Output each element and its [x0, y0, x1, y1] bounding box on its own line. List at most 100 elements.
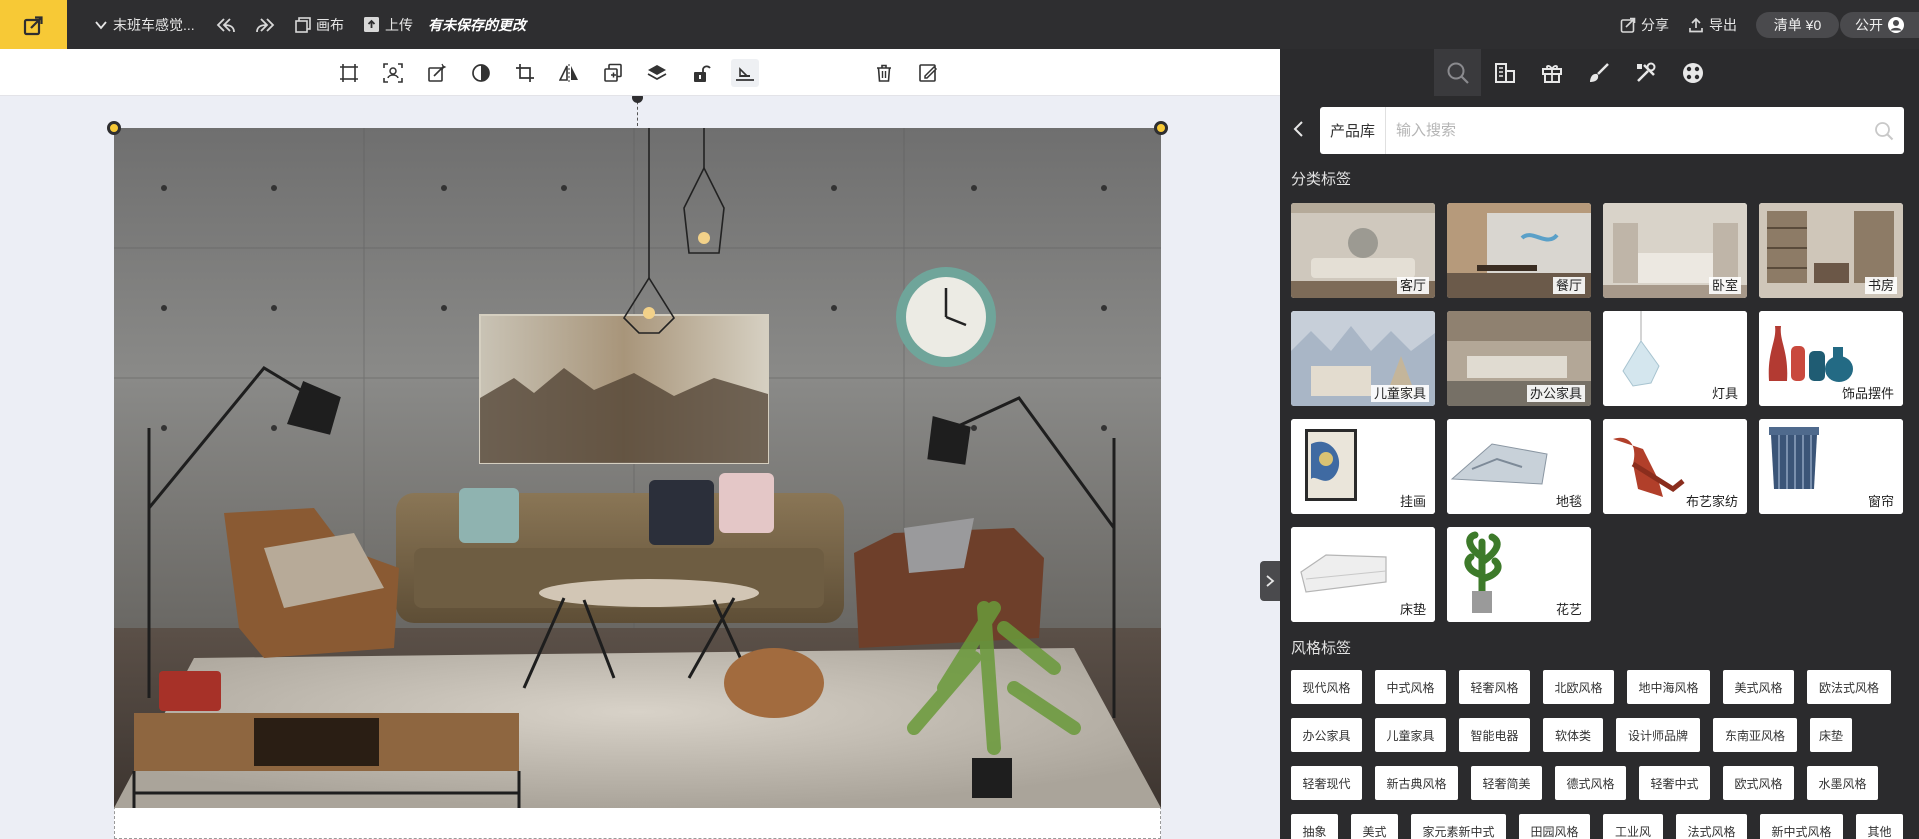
wall-clock: [896, 267, 996, 367]
category-label: 灯具: [1708, 385, 1741, 402]
contrast-tool[interactable]: [467, 59, 495, 87]
style-tag[interactable]: 水墨风格: [1807, 766, 1878, 800]
upload-button[interactable]: 上传: [363, 0, 413, 49]
tab-search[interactable]: [1434, 49, 1481, 96]
moodboard-scene-image[interactable]: [114, 128, 1161, 808]
select-frame-icon: [340, 64, 358, 82]
style-tag[interactable]: 智能电器: [1459, 718, 1530, 752]
style-tag[interactable]: 现代风格: [1291, 670, 1362, 704]
category-tile-curtains[interactable]: 窗帘: [1759, 419, 1903, 514]
style-tag[interactable]: 田园风格: [1519, 814, 1590, 839]
category-label: 窗帘: [1864, 493, 1897, 510]
share-label: 分享: [1641, 16, 1669, 33]
style-tag[interactable]: 新古典风格: [1375, 766, 1458, 800]
cutout-tool[interactable]: [379, 59, 407, 87]
style-tag[interactable]: 家元素新中式: [1411, 814, 1506, 839]
style-tag[interactable]: 美式: [1351, 814, 1398, 839]
select-frame-tool[interactable]: [335, 59, 363, 87]
align-bottom-tool[interactable]: [731, 59, 759, 87]
delete-tool[interactable]: [870, 59, 898, 87]
tab-building[interactable]: [1481, 49, 1528, 96]
category-tile-floral[interactable]: 花艺: [1447, 527, 1591, 622]
style-tag[interactable]: 工业风: [1603, 814, 1663, 839]
user-avatar-icon: [1888, 17, 1904, 33]
category-tile-dining-room[interactable]: 餐厅: [1447, 203, 1591, 298]
flip-tool[interactable]: [555, 59, 583, 87]
undo-button[interactable]: [216, 0, 236, 49]
collapse-panel-button[interactable]: [1260, 561, 1280, 601]
search-input[interactable]: [1386, 108, 1864, 153]
exit-editor-button[interactable]: [0, 0, 67, 49]
style-tag[interactable]: 北欧风格: [1543, 670, 1614, 704]
canvas-button[interactable]: 画布: [295, 0, 344, 49]
style-tag[interactable]: 东南亚风格: [1713, 718, 1797, 752]
category-tile-lighting[interactable]: 灯具: [1603, 311, 1747, 406]
style-tag[interactable]: 儿童家具: [1375, 718, 1446, 752]
cart-button[interactable]: 清单 ¥0: [1756, 12, 1839, 38]
style-tag[interactable]: 办公家具: [1291, 718, 1362, 752]
category-tile-living-room[interactable]: 客厅: [1291, 203, 1435, 298]
upload-label: 上传: [385, 16, 413, 33]
edit-note-tool[interactable]: [914, 59, 942, 87]
back-button[interactable]: [1288, 115, 1308, 143]
style-tag[interactable]: 轻奢简美: [1471, 766, 1542, 800]
style-tag[interactable]: 软体类: [1543, 718, 1603, 752]
magic-edit-tool[interactable]: [423, 59, 451, 87]
canvas-label: 画布: [316, 16, 344, 33]
category-tile-kids-furniture[interactable]: 儿童家具: [1291, 311, 1435, 406]
tab-palette[interactable]: [1669, 49, 1716, 96]
category-tile-wall-art[interactable]: 挂画: [1291, 419, 1435, 514]
style-tag[interactable]: 德式风格: [1555, 766, 1626, 800]
category-label: 布艺家纺: [1682, 493, 1741, 510]
visibility-toggle[interactable]: 公开: [1840, 12, 1919, 38]
style-tag[interactable]: 其他: [1856, 814, 1903, 839]
style-tag[interactable]: 设计师品牌: [1616, 718, 1700, 752]
style-tag[interactable]: 地中海风格: [1627, 670, 1710, 704]
category-label: 花艺: [1552, 601, 1585, 618]
category-tile-study[interactable]: 书房: [1759, 203, 1903, 298]
style-tag[interactable]: 法式风格: [1676, 814, 1747, 839]
tab-gift[interactable]: [1528, 49, 1575, 96]
redo-button[interactable]: [255, 0, 275, 49]
search-submit-button[interactable]: [1864, 108, 1904, 153]
category-label: 卧室: [1708, 277, 1741, 294]
style-tag[interactable]: 欧式风格: [1723, 766, 1794, 800]
search-scope-selector[interactable]: 产品库: [1320, 107, 1387, 154]
category-tile-textiles[interactable]: 布艺家纺: [1603, 419, 1747, 514]
resize-handle-top-right[interactable]: [1154, 121, 1168, 135]
category-tile-mattress[interactable]: 床垫: [1291, 527, 1435, 622]
category-tile-office-furniture[interactable]: 办公家具: [1447, 311, 1591, 406]
share-button[interactable]: 分享: [1620, 0, 1669, 49]
style-tag[interactable]: 中式风格: [1375, 670, 1446, 704]
style-tag[interactable]: 轻奢中式: [1639, 766, 1710, 800]
category-tile-decor[interactable]: 饰品摆件: [1759, 311, 1903, 406]
tab-brush[interactable]: [1575, 49, 1622, 96]
style-tag[interactable]: 欧法式风格: [1807, 670, 1891, 704]
canvas-icon: [295, 16, 311, 33]
category-label: 办公家具: [1526, 385, 1585, 402]
style-tag[interactable]: 轻奢现代: [1291, 766, 1362, 800]
contrast-icon: [472, 64, 490, 82]
tab-tools[interactable]: [1622, 49, 1669, 96]
export-button[interactable]: 导出: [1688, 0, 1737, 49]
lock-tool[interactable]: [687, 59, 715, 87]
category-tile-rugs[interactable]: 地毯: [1447, 419, 1591, 514]
layers-tool[interactable]: [643, 59, 671, 87]
share-icon: [1620, 17, 1636, 33]
resize-handle-top-left[interactable]: [107, 121, 121, 135]
chevron-down-icon: [95, 20, 107, 29]
duplicate-tool[interactable]: [599, 59, 627, 87]
style-tag[interactable]: 新中式风格: [1760, 814, 1843, 839]
crop-tool[interactable]: [511, 59, 539, 87]
style-tag[interactable]: 床垫: [1810, 718, 1852, 752]
project-title-dropdown[interactable]: 末班车感觉...: [94, 0, 195, 49]
panel-tabs: [1280, 49, 1919, 96]
style-tag[interactable]: 轻奢风格: [1459, 670, 1530, 704]
unsaved-label: 有未保存的更改: [428, 16, 526, 33]
category-tile-bedroom[interactable]: 卧室: [1603, 203, 1747, 298]
canvas-area[interactable]: [0, 96, 1280, 839]
style-tag[interactable]: 抽象: [1291, 814, 1338, 839]
style-tag[interactable]: 美式风格: [1723, 670, 1794, 704]
upload-image-icon: [364, 17, 379, 32]
rotation-handle[interactable]: [632, 96, 643, 103]
